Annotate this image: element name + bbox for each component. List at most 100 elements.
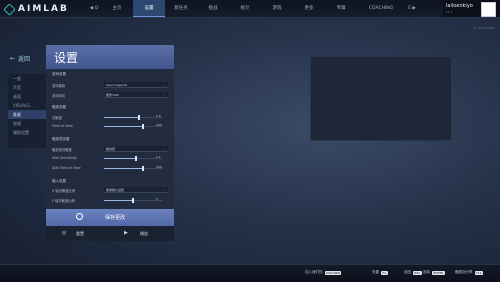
version-text: v1.5.0.0.1234 — [473, 26, 494, 30]
hint-screenshot[interactable]: 截图及分享 F12 — [455, 270, 484, 275]
y-axis-ratio-slider[interactable] — [104, 198, 162, 203]
back-label: 返回 — [18, 56, 31, 63]
setting-row-ads-sensitivity: ADS Sensitivity 1.1 — [52, 155, 168, 162]
ads-fov-slider[interactable] — [104, 166, 162, 171]
slider-handle[interactable] — [134, 156, 137, 161]
scope-sensitivity-dropdown[interactable]: 相关值 ⌄ — [104, 146, 168, 152]
setting-label: 灵敏度 — [52, 116, 62, 120]
setting-label: 瞄准镜灵敏度 — [52, 148, 72, 152]
nav-tab-challenge[interactable]: 挑战 — [197, 0, 229, 17]
settings-sidebar: 一般 声音 画面 VISUALS 准星 按键 辅助设置 — [8, 74, 46, 148]
user-profile[interactable]: lailoenkiyo Lv 1 — [443, 0, 500, 17]
hint-label: 返回 — [404, 270, 411, 274]
slider-value: 1 — [156, 197, 158, 201]
dropdown-value: 相关值 — [106, 147, 116, 151]
game-simulation-dropdown[interactable]: Apex Legends ⌄ — [104, 82, 168, 88]
play-icon: ▶ — [124, 230, 128, 236]
slider-value: 104 — [156, 123, 162, 127]
chevron-down-icon: ⌄ — [163, 83, 166, 87]
setting-row-y-axis: Y 轴灵敏度比例 1 — [52, 197, 168, 204]
sidebar-item-graphics[interactable]: 画面 — [8, 92, 46, 101]
game-unit-dropdown[interactable]: 厘米/360 ⌄ — [104, 92, 168, 98]
dropdown-value: 使用默认设置 — [106, 188, 125, 192]
main-nav: ◀ Q 主页 设置 新任务 挑战 统计 游戏 更多 专辑 COACHING E … — [87, 0, 419, 17]
nav-prev-button[interactable]: ◀ Q — [87, 6, 101, 11]
hint-settings[interactable]: 设置 F1 — [372, 270, 388, 275]
hint-label: 选择 — [423, 270, 430, 274]
dropdown-value: 厘米/360 — [106, 93, 119, 97]
nav-tab-coaching[interactable]: COACHING — [357, 0, 405, 17]
setting-label: ADS Field of View — [52, 166, 81, 170]
save-label: 保存更改 — [105, 215, 126, 221]
user-level: Lv 1 — [446, 10, 453, 14]
slider-handle[interactable] — [142, 166, 145, 171]
slider-fill — [104, 168, 144, 169]
setting-label: 游戏模拟 — [52, 84, 66, 88]
sidebar-item-keybinds[interactable]: 按键 — [8, 119, 46, 128]
logo-text: AIMLAB — [18, 4, 69, 14]
sidebar-item-general[interactable]: 一般 — [8, 74, 46, 83]
panel-header: 设置 — [46, 45, 174, 69]
slider-fill — [104, 117, 139, 118]
nav-tab-games[interactable]: 游戏 — [261, 0, 293, 17]
discord-icon: DISCORD — [324, 270, 342, 275]
key-badge: F12 — [474, 270, 484, 275]
setting-label: Field of View — [52, 124, 73, 128]
chevron-down-icon: ⌄ — [163, 188, 166, 192]
slider-fill — [104, 200, 133, 201]
fov-slider[interactable] — [104, 124, 162, 129]
section-title-input: 输入设置 — [52, 179, 66, 183]
slider-value: 104 — [156, 165, 162, 169]
hint-back[interactable]: 返回 ESC — [404, 270, 422, 275]
nav-tab-settings[interactable]: 设置 — [133, 0, 165, 17]
back-button[interactable]: ← 返回 — [10, 54, 30, 63]
top-navigation-bar: AIMLAB ◀ Q 主页 设置 新任务 挑战 统计 游戏 更多 专辑 COAC… — [0, 0, 500, 18]
crosshair-preview — [310, 56, 452, 141]
avatar[interactable] — [481, 2, 496, 17]
sensitivity-slider[interactable] — [104, 115, 162, 120]
slider-handle[interactable] — [132, 198, 134, 203]
slider-handle[interactable] — [142, 124, 145, 129]
play-label: 播放 — [140, 231, 148, 236]
hint-label: 加入我们的 — [305, 270, 323, 274]
save-icon — [76, 213, 83, 220]
hint-label: 截图及分享 — [455, 270, 473, 274]
sidebar-item-audio[interactable]: 声音 — [8, 83, 46, 92]
sidebar-item-visuals[interactable]: VISUALS — [8, 101, 46, 110]
action-row: ◎ 重置 ▶ 播放 — [46, 226, 174, 241]
key-badge: F1 — [381, 270, 388, 275]
save-changes-button[interactable]: 保存更改 — [46, 209, 174, 226]
arrow-left-icon: ← — [10, 55, 16, 62]
nav-tab-new-task[interactable]: 新任务 — [165, 0, 197, 17]
aimlab-logo[interactable]: AIMLAB — [3, 2, 69, 16]
setting-label: Y 轴灵敏度比例 — [52, 199, 75, 203]
reset-button[interactable]: ◎ 重置 — [46, 226, 110, 241]
setting-row-ads-fov: ADS Field of View 104 — [52, 165, 168, 172]
nav-tab-home[interactable]: 主页 — [101, 0, 133, 17]
slider-handle[interactable] — [137, 115, 140, 120]
slider-fill — [104, 158, 136, 159]
sidebar-item-crosshair[interactable]: 准星 — [8, 110, 46, 119]
hint-label: 设置 — [372, 270, 379, 274]
bottom-hint-bar: 加入我们的 DISCORD 设置 F1 返回 ESC 选择 ENTER 截图及分… — [0, 264, 500, 282]
x-axis-ratio-dropdown[interactable]: 使用默认设置 ⌄ — [104, 187, 168, 193]
discord-link[interactable]: 加入我们的 DISCORD — [305, 270, 342, 275]
username: lailoenkiyo — [446, 3, 473, 9]
setting-row-game-unit: 游戏单位 厘米/360 ⌄ — [52, 92, 168, 99]
nav-tab-stats[interactable]: 统计 — [229, 0, 261, 17]
dropdown-value: Apex Legends — [106, 83, 128, 87]
aimlab-logo-icon — [3, 2, 16, 16]
sidebar-item-accessibility[interactable]: 辅助设置 — [8, 128, 46, 137]
nav-tab-more[interactable]: 更多 — [293, 0, 325, 17]
nav-next-button[interactable]: E ▶ — [405, 6, 419, 11]
key-badge: ESC — [413, 270, 422, 275]
chevron-down-icon: ⌄ — [163, 147, 166, 151]
nav-tab-albums[interactable]: 专辑 — [325, 0, 357, 17]
ads-sensitivity-slider[interactable] — [104, 156, 162, 161]
setting-row-scope-sensitivity: 瞄准镜灵敏度 相关值 ⌄ — [52, 146, 168, 153]
play-button[interactable]: ▶ 播放 — [110, 226, 174, 241]
setting-row-sensitivity: 灵敏度 1.5 — [52, 114, 168, 121]
setting-row-x-axis: X 轴灵敏度比例 使用默认设置 ⌄ — [52, 187, 168, 194]
hint-select[interactable]: 选择 ENTER — [423, 270, 445, 275]
setting-label: 游戏单位 — [52, 94, 66, 98]
